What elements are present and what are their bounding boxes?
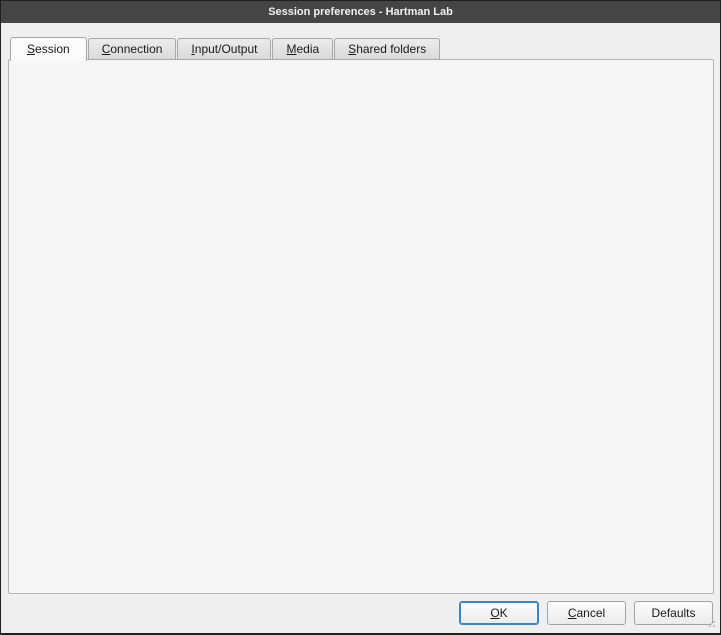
tab-connection-label: Connection (102, 42, 163, 56)
tab-shared-folders[interactable]: Shared folders (334, 38, 440, 60)
tab-session[interactable]: Session (10, 37, 87, 61)
tab-input-output[interactable]: Input/Output (177, 38, 271, 60)
tab-session-label: Session (27, 42, 70, 56)
titlebar[interactable]: Session preferences - Hartman Lab (1, 1, 720, 23)
tab-shared-folders-label: Shared folders (348, 42, 426, 56)
tab-media-label: Media (286, 42, 319, 56)
tab-input-output-label: Input/Output (191, 42, 257, 56)
tab-bar: Session Connection Input/Output Media Sh… (10, 36, 441, 60)
ok-button[interactable]: OK (459, 601, 539, 625)
tab-media[interactable]: Media (272, 38, 333, 60)
session-tab-pane (8, 59, 714, 594)
session-preferences-dialog: Session preferences - Hartman Lab Sessio… (0, 0, 721, 635)
window-title: Session preferences - Hartman Lab (268, 6, 453, 18)
tab-connection[interactable]: Connection (88, 38, 177, 60)
cancel-button[interactable]: Cancel (547, 601, 626, 625)
defaults-button[interactable]: Defaults (634, 601, 713, 625)
